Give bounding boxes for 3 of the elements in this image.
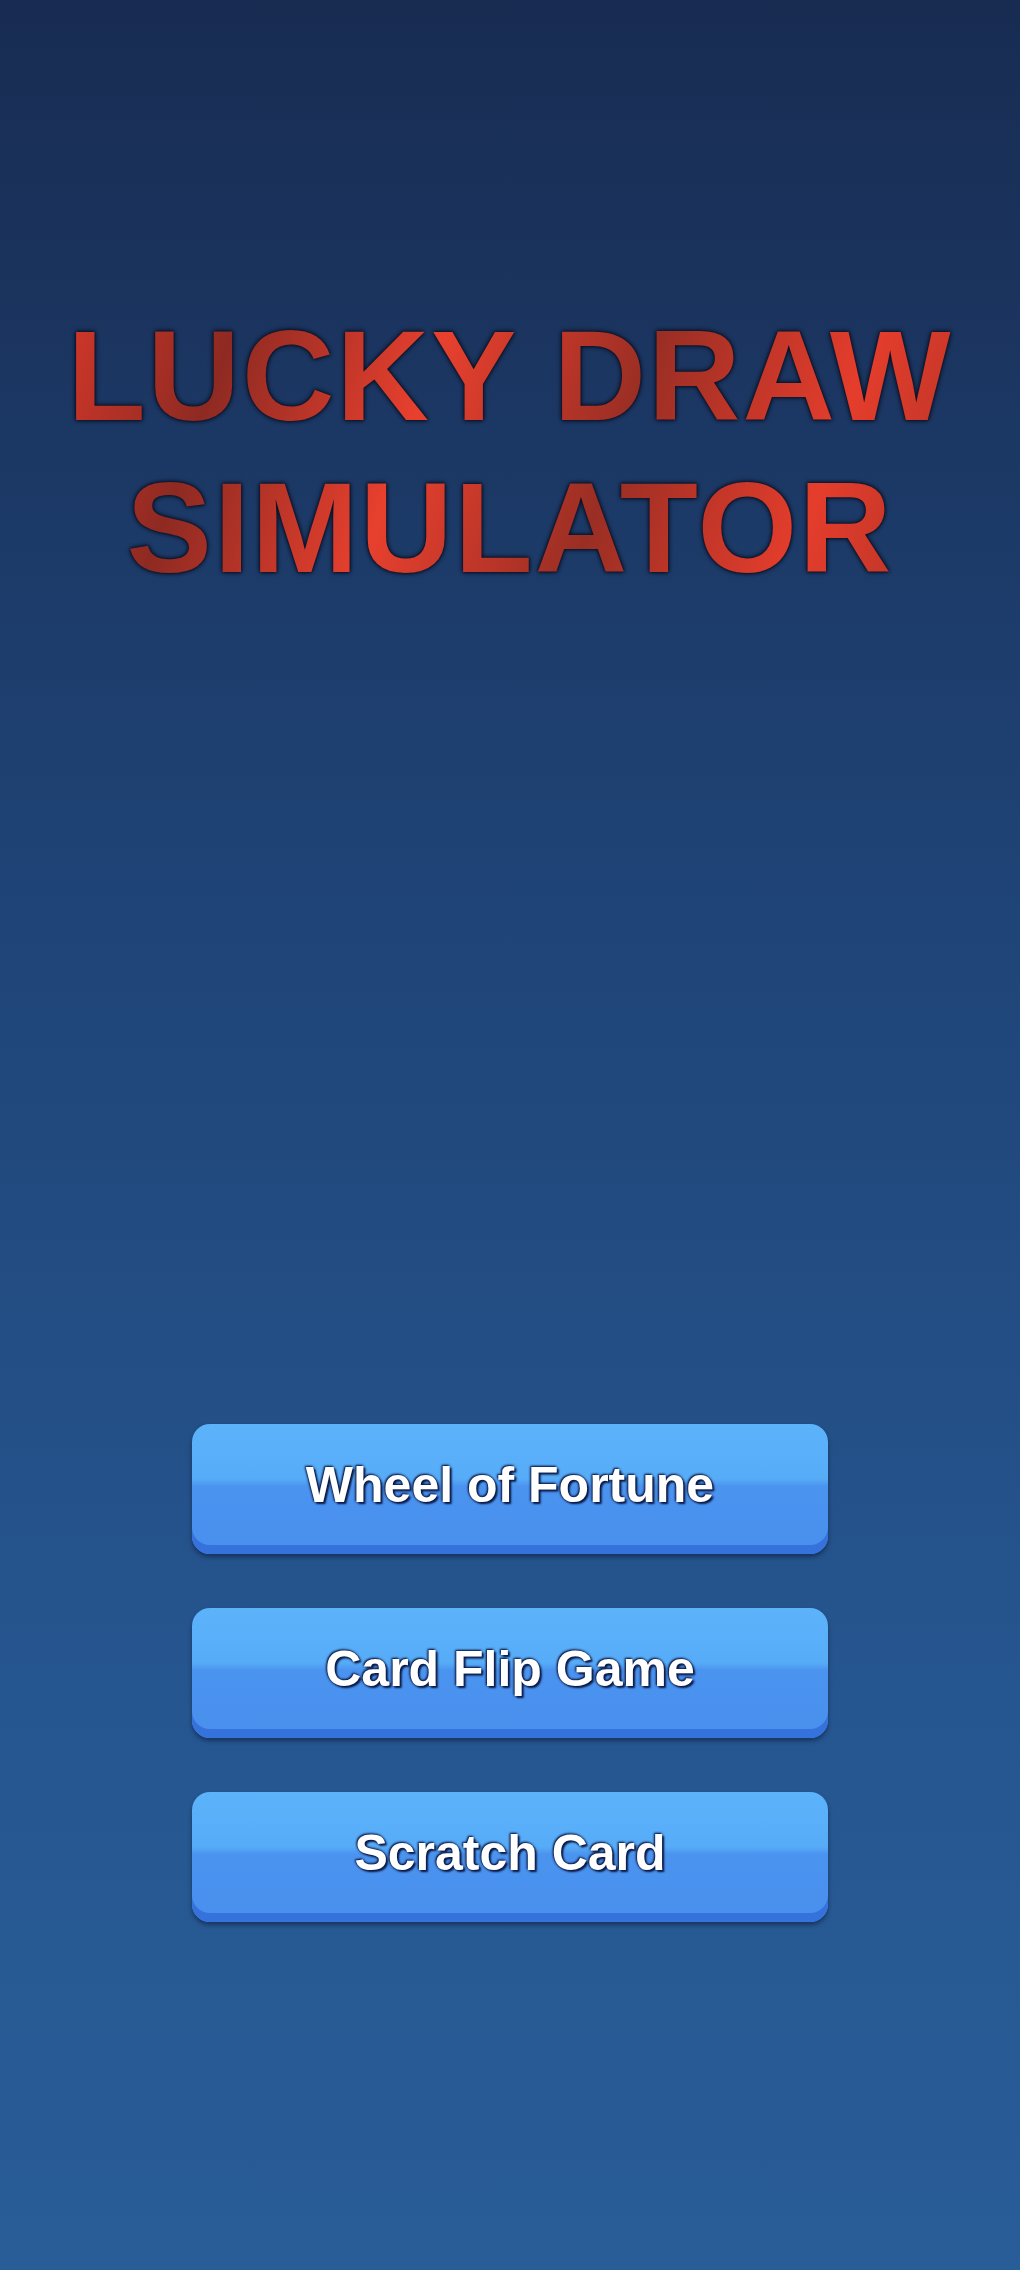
menu-button[interactable]: Wheel of Fortune: [192, 1424, 828, 1554]
menu-button[interactable]: Scratch Card: [192, 1792, 828, 1922]
menu-button[interactable]: Card Flip Game: [192, 1608, 828, 1738]
